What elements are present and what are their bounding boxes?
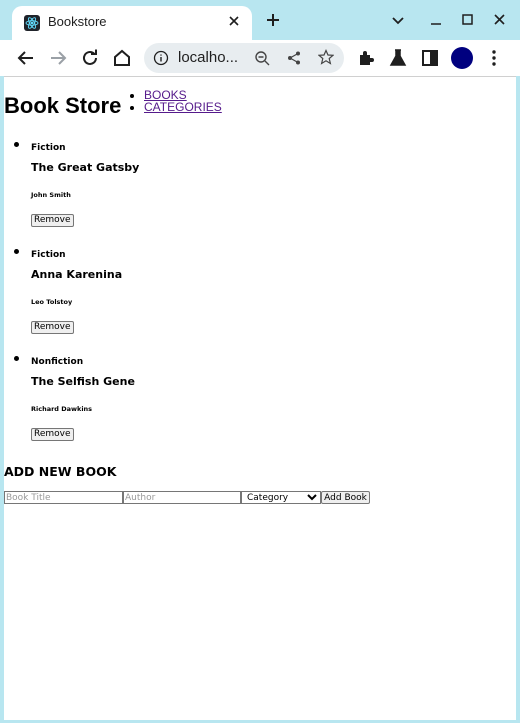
page-content: Book Store BOOKS CATEGORIES Fiction The … — [4, 76, 516, 720]
star-icon[interactable] — [317, 49, 335, 65]
book-title: The Great Gatsby — [31, 161, 140, 174]
book-list: Fiction The Great Gatsby John Smith Remo… — [4, 135, 139, 456]
book-author: Leo Tolstoy — [31, 298, 73, 306]
browser-window: Bookstore localho... Book Store • BOOKS … — [0, 0, 520, 723]
book-item: Nonfiction The Selfish Gene Richard Dawk… — [31, 349, 135, 456]
page-title: Book Store — [4, 93, 122, 118]
author-input[interactable] — [123, 491, 241, 504]
book-author: Richard Dawkins — [31, 405, 93, 413]
add-book-heading: ADD NEW BOOK — [4, 464, 117, 479]
nav-item-categories: CATEGORIES — [144, 101, 222, 113]
extensions-icon[interactable] — [354, 46, 378, 70]
nav-links: BOOKS CATEGORIES — [128, 89, 222, 113]
book-category: Nonfiction — [31, 357, 84, 367]
category-select[interactable]: Category — [241, 491, 321, 504]
info-icon[interactable] — [153, 50, 169, 66]
plus-icon[interactable] — [263, 10, 283, 30]
tab-strip: Bookstore — [0, 0, 520, 40]
close-window-icon[interactable] — [490, 10, 510, 30]
browser-toolbar: localho... — [0, 40, 520, 76]
maximize-icon[interactable] — [458, 10, 478, 30]
zoom-out-icon[interactable] — [254, 50, 270, 66]
home-icon[interactable] — [110, 46, 134, 70]
reload-icon[interactable] — [78, 46, 102, 70]
side-panel-icon[interactable] — [418, 46, 442, 70]
tab-bookstore[interactable]: Bookstore — [12, 6, 252, 40]
add-book-button[interactable]: Add Book — [321, 491, 370, 504]
remove-button[interactable]: Remove — [31, 214, 74, 227]
nav-link-categories[interactable]: CATEGORIES — [144, 100, 222, 114]
address-bar[interactable]: localho... — [144, 43, 344, 73]
avatar[interactable] — [451, 47, 473, 69]
close-icon[interactable] — [226, 13, 242, 29]
chevron-down-icon[interactable] — [388, 10, 408, 30]
back-icon[interactable] — [14, 46, 38, 70]
book-item: Fiction Anna Karenina Leo Tolstoy Remove — [31, 242, 122, 349]
tab-title: Bookstore — [48, 14, 107, 29]
book-title: Anna Karenina — [31, 268, 123, 281]
book-category: Fiction — [31, 250, 66, 260]
react-icon — [24, 15, 40, 31]
remove-button[interactable]: Remove — [31, 321, 74, 334]
book-title: The Selfish Gene — [31, 375, 135, 388]
book-title-input[interactable] — [4, 491, 123, 504]
forward-icon[interactable] — [46, 46, 70, 70]
menu-icon[interactable] — [482, 46, 506, 70]
book-author: John Smith — [31, 191, 71, 199]
flask-icon[interactable] — [386, 46, 410, 70]
book-item: Fiction The Great Gatsby John Smith Remo… — [31, 135, 139, 242]
minimize-icon[interactable] — [426, 10, 446, 30]
share-icon[interactable] — [286, 50, 302, 66]
remove-button[interactable]: Remove — [31, 428, 74, 441]
address-text: localho... — [178, 49, 239, 66]
book-category: Fiction — [31, 143, 66, 153]
